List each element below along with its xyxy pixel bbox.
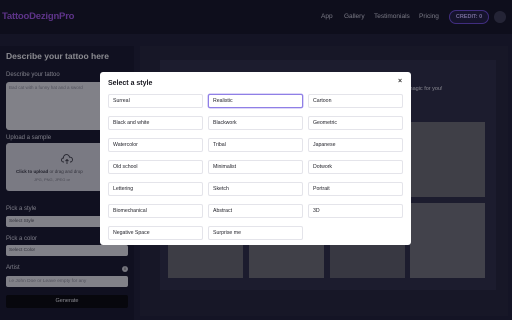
style-option-watercolor[interactable]: Watercolor	[108, 138, 203, 152]
style-option-3d[interactable]: 3D	[308, 204, 403, 218]
style-option-surprise-me[interactable]: Surprise me	[208, 226, 303, 240]
style-option-biomechanical[interactable]: Biomechanical	[108, 204, 203, 218]
style-option-cartoon[interactable]: Cartoon	[308, 94, 403, 108]
style-option-lettering[interactable]: Lettering	[108, 182, 203, 196]
modal-title: Select a style	[108, 80, 153, 87]
style-option-geometric[interactable]: Geometric	[308, 116, 403, 130]
style-modal: Select a style × Surreal Realistic Cartoon…	[100, 72, 411, 245]
style-option-negative-space[interactable]: Negative Space	[108, 226, 203, 240]
style-option-realistic[interactable]: Realistic	[208, 94, 303, 108]
style-option-japanese[interactable]: Japanese	[308, 138, 403, 152]
style-option-dotwork[interactable]: Dotwork	[308, 160, 403, 174]
style-option-minimalist[interactable]: Minimalist	[208, 160, 303, 174]
style-option-portrait[interactable]: Portrait	[308, 182, 403, 196]
style-option-blackwork[interactable]: Blackwork	[208, 116, 303, 130]
close-icon[interactable]: ×	[398, 78, 402, 85]
style-option-sketch[interactable]: Sketch	[208, 182, 303, 196]
style-option-black-and-white[interactable]: Black and white	[108, 116, 203, 130]
style-option-old-school[interactable]: Old school	[108, 160, 203, 174]
style-option-surreal[interactable]: Surreal	[108, 94, 203, 108]
style-option-abstract[interactable]: Abstract	[208, 204, 303, 218]
style-option-tribal[interactable]: Tribal	[208, 138, 303, 152]
